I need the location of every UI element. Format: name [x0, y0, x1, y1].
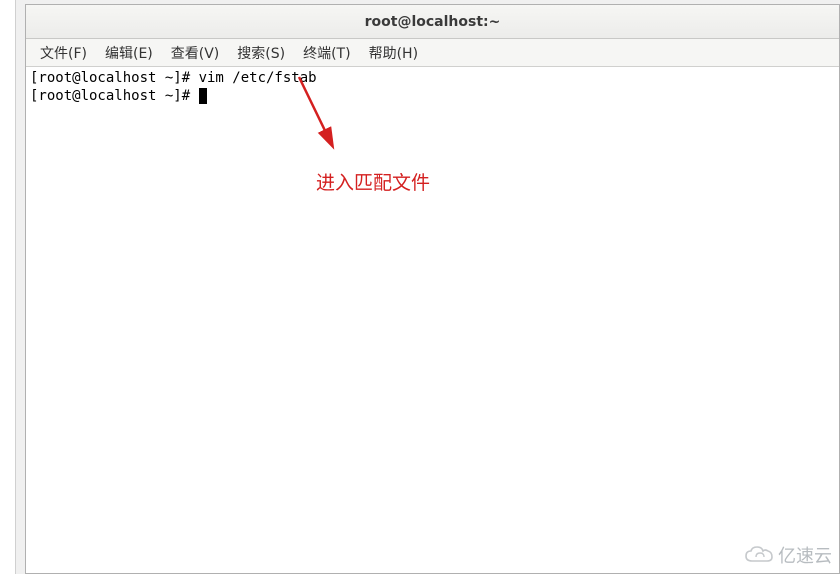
terminal-line: [root@localhost ~]#: [30, 87, 835, 105]
window-title: root@localhost:~: [365, 14, 501, 30]
menu-file[interactable]: 文件(F): [32, 41, 95, 65]
terminal-area[interactable]: [root@localhost ~]# vim /etc/fstab [root…: [26, 67, 839, 573]
terminal-cursor: [199, 88, 207, 104]
annotation-label: 进入匹配文件: [316, 175, 430, 193]
menu-edit[interactable]: 编辑(E): [97, 41, 161, 65]
menu-terminal[interactable]: 终端(T): [295, 41, 358, 65]
menu-help[interactable]: 帮助(H): [361, 41, 426, 65]
left-edge-strip: [0, 0, 16, 574]
terminal-window: root@localhost:~ 文件(F) 编辑(E) 查看(V) 搜索(S)…: [25, 4, 840, 574]
watermark-text: 亿速云: [778, 542, 832, 568]
prompt: [root@localhost ~]#: [30, 88, 199, 104]
menu-bar: 文件(F) 编辑(E) 查看(V) 搜索(S) 终端(T) 帮助(H): [26, 39, 839, 67]
watermark: 亿速云: [744, 542, 832, 568]
menu-search[interactable]: 搜索(S): [229, 41, 293, 65]
menu-view[interactable]: 查看(V): [163, 41, 228, 65]
window-titlebar[interactable]: root@localhost:~: [26, 5, 839, 39]
terminal-line: [root@localhost ~]# vim /etc/fstab: [30, 69, 835, 87]
cloud-icon: [744, 545, 774, 565]
